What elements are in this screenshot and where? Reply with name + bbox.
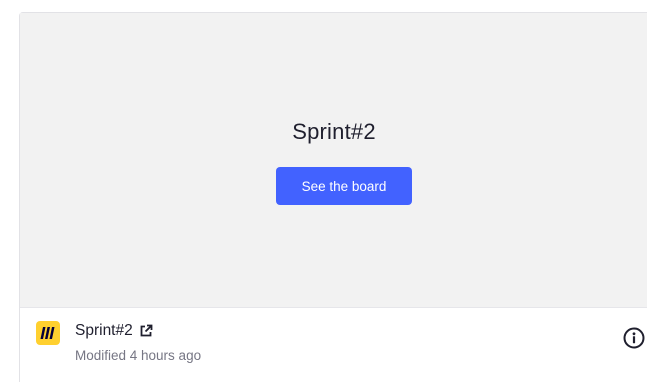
board-name-label: Sprint#2	[75, 322, 133, 339]
board-name-link[interactable]: Sprint#2	[75, 322, 153, 340]
preview-title: Sprint#2	[292, 119, 376, 144]
board-embed-card: Sprint#2 See the board Sprint#2 Modified…	[19, 12, 647, 384]
board-preview: Sprint#2 See the board	[20, 13, 647, 307]
card-footer: Sprint#2 Modified 4 hours ago	[20, 307, 647, 384]
external-link-icon[interactable]	[139, 324, 153, 338]
miro-logo-icon	[36, 321, 60, 345]
see-the-board-button[interactable]: See the board	[276, 167, 412, 205]
modified-timestamp: Modified 4 hours ago	[75, 348, 202, 363]
info-icon[interactable]	[623, 327, 645, 349]
